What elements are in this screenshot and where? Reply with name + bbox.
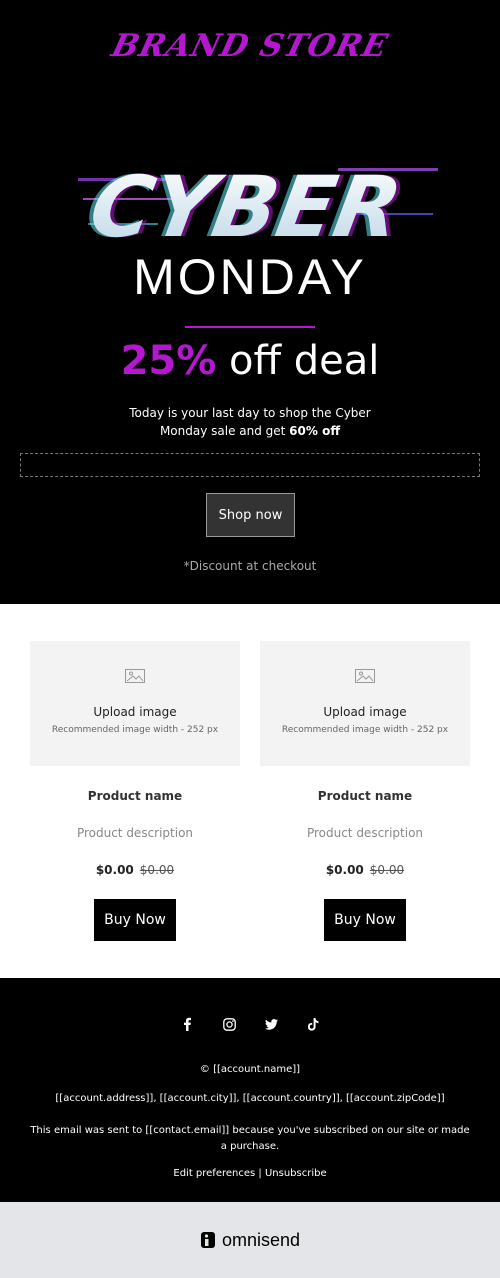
product-card: Upload image Recommended image width - 2… — [30, 641, 240, 941]
accent-divider — [185, 326, 315, 328]
omnisend-wordmark: omnisend — [221, 1229, 301, 1250]
powered-by-bar: omnisend — [0, 1202, 500, 1278]
promo-description: Today is your last day to shop the Cyber… — [0, 404, 500, 440]
edit-preferences-link[interactable]: Edit preferences — [173, 1168, 255, 1179]
product-price: $0.00 $0.00 — [260, 863, 470, 877]
cyber-title: CYBER — [83, 158, 409, 256]
footer-section: © [[account.name]] [[account.address]], … — [0, 978, 500, 1202]
product-image-placeholder[interactable]: Upload image Recommended image width - 2… — [30, 641, 240, 766]
upload-image-hint: Recommended image width - 252 px — [51, 725, 219, 735]
subscription-notice: This email was sent to [[contact.email]]… — [30, 1125, 470, 1152]
facebook-icon[interactable] — [166, 1014, 208, 1034]
upload-image-label: Upload image — [93, 705, 177, 719]
omnisend-logo-icon — [200, 1232, 215, 1248]
old-price: $0.00 — [369, 863, 405, 877]
empty-block-placeholder[interactable] — [20, 453, 480, 477]
current-price: $0.00 — [95, 863, 134, 877]
deal-rest: off deal — [216, 338, 380, 384]
social-links — [0, 1014, 500, 1034]
discount-note: *Discount at checkout — [183, 559, 317, 573]
product-card: Upload image Recommended image width - 2… — [260, 641, 470, 941]
brand-logo: BRAND STORE — [108, 28, 392, 64]
buy-now-button[interactable]: Buy Now — [324, 899, 406, 941]
shop-now-button[interactable]: Shop now — [206, 493, 295, 537]
old-price: $0.00 — [139, 863, 175, 877]
product-name: Product name — [87, 789, 183, 803]
deal-headline: 25% off deal — [0, 338, 500, 384]
product-name: Product name — [317, 789, 413, 803]
promo-discount: 60% off — [289, 424, 341, 438]
copyright-text: © [[account.name]] — [199, 1064, 301, 1075]
promo-line-1: Today is your last day to shop the Cyber — [129, 406, 371, 420]
hero-subtitle: MONDAY — [133, 249, 367, 305]
footer-links: Edit preferences | Unsubscribe — [0, 1168, 500, 1179]
upload-image-label: Upload image — [323, 705, 407, 719]
instagram-icon[interactable] — [208, 1014, 250, 1034]
product-image-placeholder[interactable]: Upload image Recommended image width - 2… — [260, 641, 470, 766]
product-price: $0.00 $0.00 — [30, 863, 240, 877]
product-description: Product description — [306, 826, 424, 840]
link-separator: | — [255, 1168, 265, 1179]
current-price: $0.00 — [325, 863, 364, 877]
twitter-icon[interactable] — [250, 1014, 292, 1034]
account-address: [[account.address]], [[account.city]], [… — [55, 1093, 445, 1104]
deal-percent: 25% — [120, 338, 217, 384]
upload-image-hint: Recommended image width - 252 px — [281, 725, 449, 735]
cyber-hero-graphic: CYBER CYBER CYBER — [78, 158, 438, 256]
buy-now-button[interactable]: Buy Now — [94, 899, 176, 941]
image-icon — [125, 669, 145, 683]
products-section: Upload image Recommended image width - 2… — [0, 604, 500, 978]
promo-line-2: Monday sale and get — [159, 424, 290, 438]
unsubscribe-link[interactable]: Unsubscribe — [265, 1168, 327, 1179]
hero-section: BRAND STORE CYBER CYBER CYBER MONDAY 25%… — [0, 0, 500, 604]
tiktok-icon[interactable] — [292, 1014, 334, 1034]
product-description: Product description — [76, 826, 194, 840]
image-icon — [355, 669, 375, 683]
omnisend-logo[interactable]: omnisend — [200, 1230, 300, 1251]
